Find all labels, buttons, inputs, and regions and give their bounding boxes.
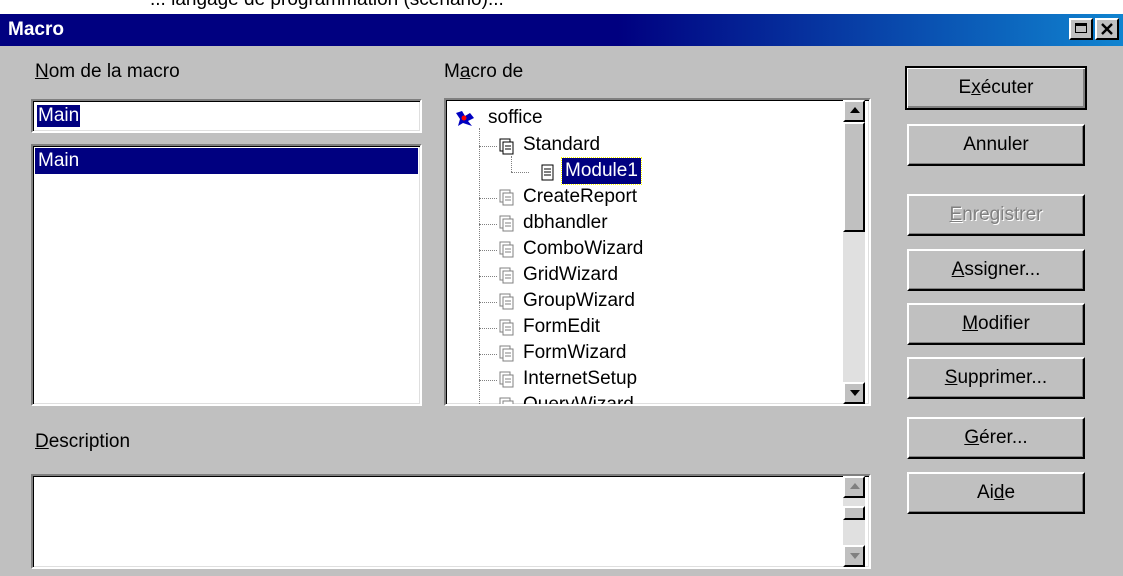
library-icon <box>499 397 515 404</box>
tree-library-item[interactable]: ComboWizard <box>523 236 643 262</box>
window-title: Macro <box>8 19 64 40</box>
tree-connector <box>511 156 512 172</box>
library-icon <box>499 241 515 265</box>
tree-connector <box>479 276 497 277</box>
help-button[interactable]: Aide <box>907 472 1085 514</box>
tree-library-item[interactable]: GroupWizard <box>523 288 635 314</box>
macro-name-input[interactable]: Main <box>31 99 422 133</box>
tree-root-soffice[interactable]: soffice <box>488 105 543 131</box>
tree-library-item[interactable]: InternetSetup <box>523 366 637 392</box>
execute-button[interactable]: Exécuter <box>905 66 1087 110</box>
close-button[interactable] <box>1095 18 1119 40</box>
library-icon <box>499 138 514 155</box>
scroll-thumb[interactable] <box>843 122 865 232</box>
library-icon <box>499 267 515 291</box>
library-icon <box>499 319 515 343</box>
library-icon <box>499 371 515 395</box>
document-caption-fragment: ... langage de programmation (scénario).… <box>0 0 1123 14</box>
tree-connector <box>479 302 497 303</box>
tree-connector <box>479 146 497 147</box>
close-icon <box>1101 23 1113 35</box>
macro-from-label: Macro de <box>444 61 524 82</box>
description-scrollbar[interactable] <box>843 476 865 567</box>
list-item-main[interactable]: Main <box>35 148 418 174</box>
tree-connector <box>479 250 497 251</box>
cancel-button[interactable]: Annuler <box>907 124 1085 166</box>
macro-list[interactable]: Main <box>31 144 422 406</box>
module-icon <box>541 164 554 181</box>
tree-connector <box>479 224 497 225</box>
save-button: Enregistrer <box>907 194 1085 236</box>
delete-button[interactable]: Supprimer... <box>907 357 1085 399</box>
tree-library-item[interactable]: QueryWizard <box>523 392 634 404</box>
arrow-up-icon <box>850 107 860 113</box>
library-icon <box>499 189 515 213</box>
library-icon <box>499 345 515 369</box>
assign-button[interactable]: Assigner... <box>907 249 1085 291</box>
tree-library-item[interactable]: FormWizard <box>523 340 626 366</box>
scroll-up-button[interactable] <box>843 100 865 122</box>
tree-library-item[interactable]: CreateReport <box>523 184 637 210</box>
tree-library-standard[interactable]: Standard <box>523 132 600 158</box>
macro-dialog: Macro Nom de la macro Main Main Macro de… <box>0 14 1123 576</box>
library-icon <box>499 293 515 317</box>
macro-tree[interactable]: soffice Standard Module1 CreateReport dbh… <box>444 98 871 406</box>
description-label: Description <box>35 431 131 452</box>
scroll-down-button[interactable] <box>843 545 865 567</box>
tree-connector <box>479 198 497 199</box>
manage-button[interactable]: Gérer... <box>907 417 1085 459</box>
maximize-button[interactable] <box>1069 18 1093 40</box>
library-icon <box>499 215 515 239</box>
arrow-down-icon <box>850 390 860 396</box>
tree-connector <box>511 172 529 173</box>
scroll-thumb[interactable] <box>843 506 865 520</box>
description-textarea[interactable] <box>31 474 871 569</box>
tree-scrollbar[interactable] <box>843 100 865 404</box>
tree-library-item[interactable]: FormEdit <box>523 314 600 340</box>
scroll-up-button[interactable] <box>843 476 865 498</box>
tree-module-module1[interactable]: Module1 <box>561 157 642 185</box>
arrow-down-icon <box>850 553 860 559</box>
tree-connector <box>479 380 497 381</box>
tree-connector <box>479 128 480 404</box>
modify-button[interactable]: Modifier <box>907 303 1085 345</box>
tree-connector <box>479 328 497 329</box>
tree-connector <box>479 354 497 355</box>
tree-library-item[interactable]: dbhandler <box>523 210 608 236</box>
scroll-down-button[interactable] <box>843 382 865 404</box>
macro-name-label: Nom de la macro <box>35 61 180 82</box>
soffice-root-icon <box>456 111 474 126</box>
title-bar[interactable]: Macro <box>0 14 1123 46</box>
arrow-up-icon <box>850 483 860 489</box>
tree-library-item[interactable]: GridWizard <box>523 262 618 288</box>
macro-name-value: Main <box>37 105 81 127</box>
